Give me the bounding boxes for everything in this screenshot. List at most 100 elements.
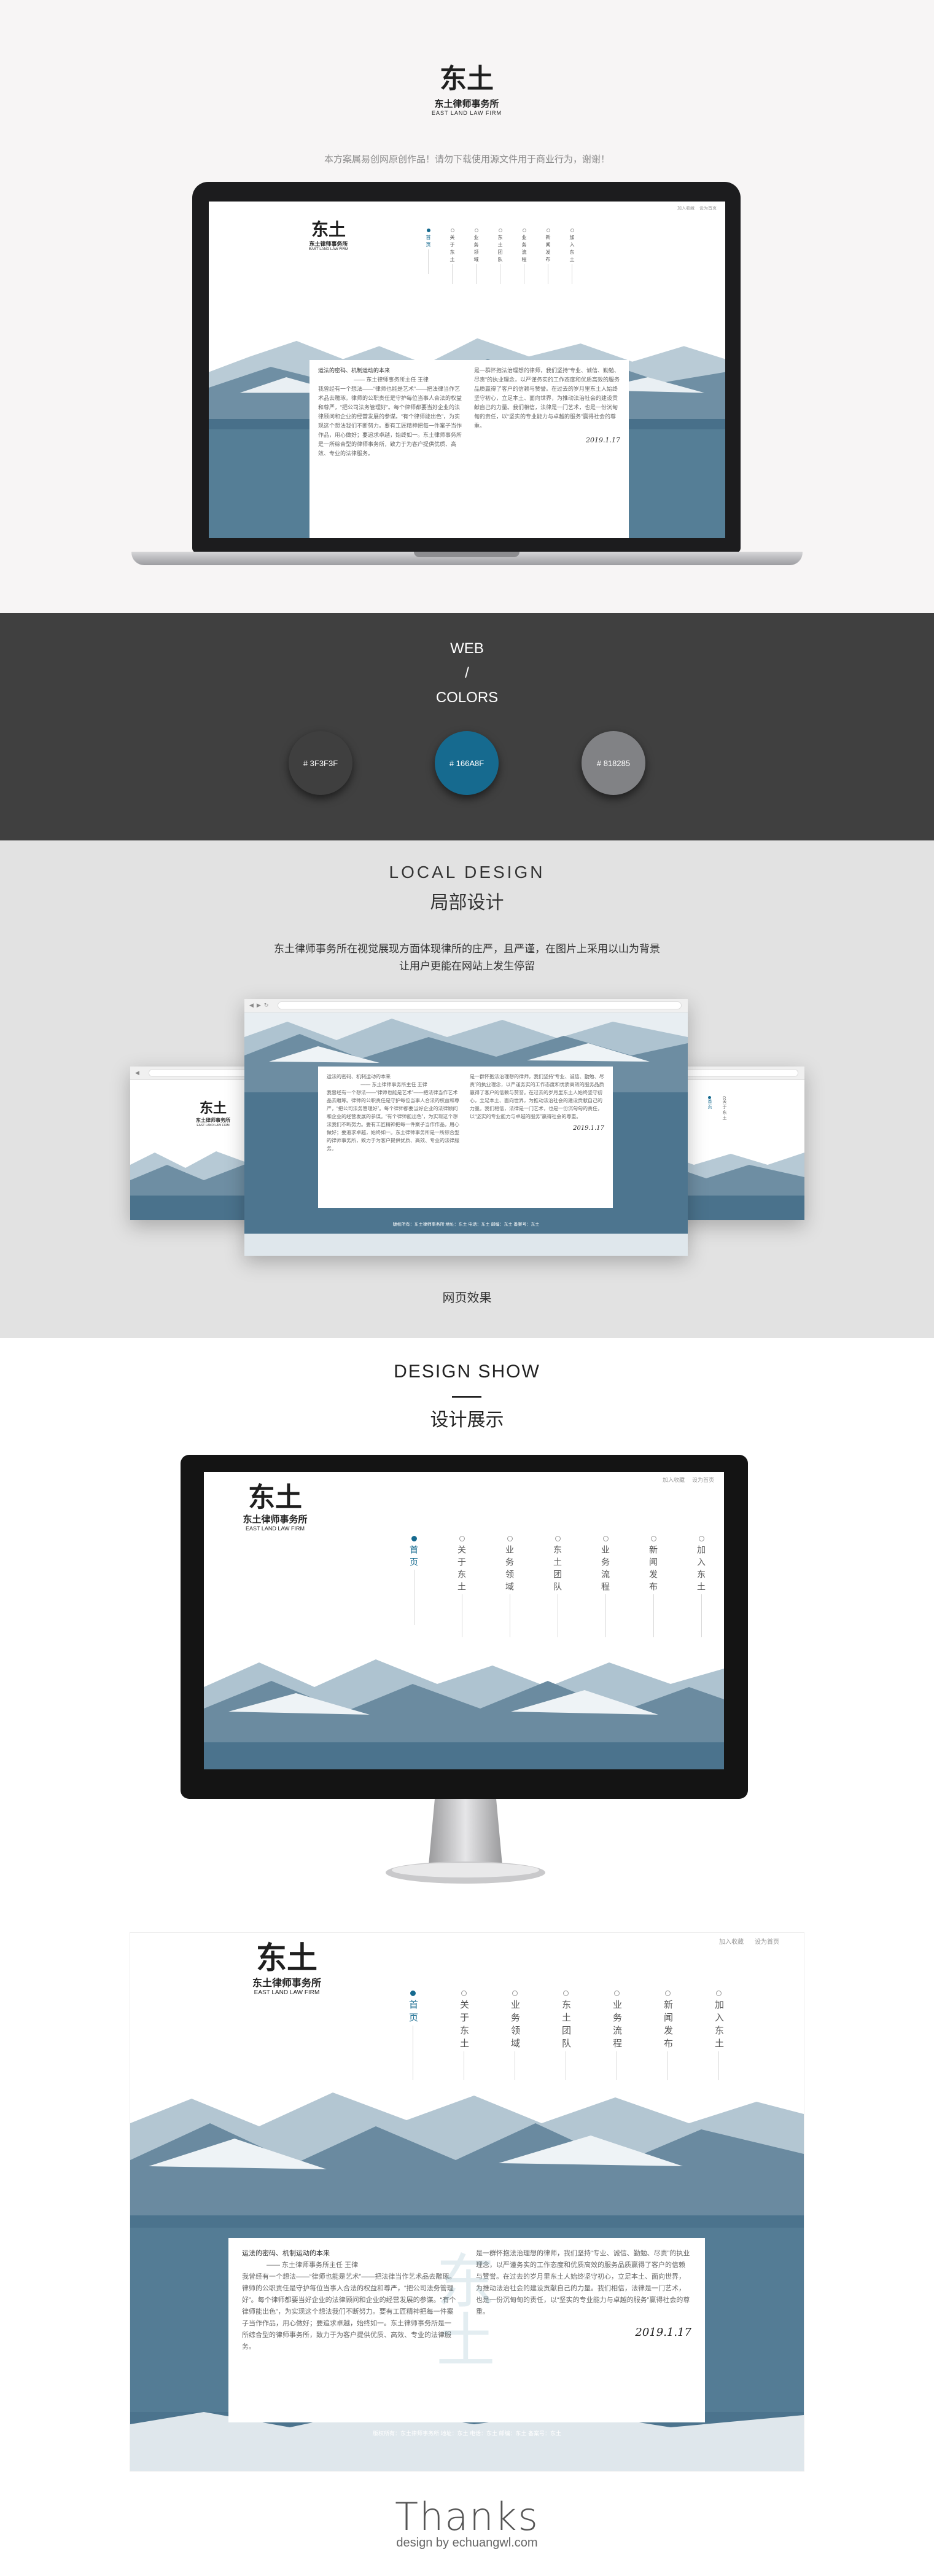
nav-dot xyxy=(522,229,526,232)
nav-line xyxy=(452,264,453,284)
back-icon[interactable]: ◀ xyxy=(249,1002,254,1009)
nav-item-home[interactable]: 首页 xyxy=(408,1536,420,1637)
logo-mark: 东土 xyxy=(199,1100,227,1116)
add-favorite-link[interactable]: 加入收藏 xyxy=(719,1936,744,1946)
card-subheading: —— 东土律师事务所主任 王律 xyxy=(360,1082,427,1087)
local-caption: 网页效果 xyxy=(442,1291,492,1305)
browser-toolbar: ◀ ▶ ↻ xyxy=(244,999,688,1012)
logo-mark: 东土 xyxy=(256,1940,317,1976)
set-homepage-link[interactable]: 设为首页 xyxy=(692,1476,714,1484)
nav-label: 首页 xyxy=(408,2000,418,2026)
nav-item-process[interactable]: 业务流程 xyxy=(521,229,527,284)
nav-item-about[interactable]: 关于东土 xyxy=(721,1096,727,1121)
nav-item-news[interactable]: 新闻发布 xyxy=(647,1536,660,1637)
nav-line xyxy=(476,264,477,284)
add-favorite-link[interactable]: 加入收藏 xyxy=(663,1476,685,1484)
card-text-right: 是一群怀抱法治理想的律师，我们坚持“专业、诚信、勤勉、尽责”的执业理念，以严谨务… xyxy=(470,1074,604,1119)
colors-title: WEB / COLORS xyxy=(0,636,934,710)
colors-title-slash: / xyxy=(465,665,469,681)
top-links: 加入收藏 设为首页 xyxy=(719,1936,779,1946)
card-subheading: —— 东土律师事务所主任 王律 xyxy=(267,2261,359,2269)
card-text-left: 我曾经有一个想法——“律师也能是艺术”——把法律当作艺术品去雕琢。律师的公职责任… xyxy=(318,386,462,456)
card-text-left: 我曾经有一个想法——“律师也能是艺术”——把法律当作艺术品去雕琢。律师的公职责任… xyxy=(242,2273,456,2351)
intro-card: 运法的密码、机制运动的本来 —— 东土律师事务所主任 王律 我曾经有一个想法——… xyxy=(309,360,629,538)
site-logo[interactable]: 东土 东土律师事务所 EAST LAND LAW FIRM xyxy=(247,1940,327,1997)
local-description: 让用户更能在网站上发生停留 xyxy=(399,960,535,972)
nav-label: 关于东土 xyxy=(459,2000,469,2051)
site-logo[interactable]: 东土 东土律师事务所 EAST LAND LAW FIRM xyxy=(238,1483,312,1532)
mountain-banner xyxy=(204,1650,724,1769)
firm-name-en: EAST LAND LAW FIRM xyxy=(308,248,348,251)
reload-icon[interactable]: ↻ xyxy=(264,1002,269,1009)
nav-label: 首页 xyxy=(426,235,431,249)
forward-icon[interactable]: ▶ xyxy=(257,1002,261,1009)
nav-item-process[interactable]: 业务流程 xyxy=(599,1536,612,1637)
firm-name-cn: 东土律师事务所 xyxy=(243,1514,308,1525)
site-nav: 首页 关于东土 xyxy=(706,1096,727,1121)
top-links: 加入收藏 设为首页 xyxy=(677,205,717,211)
nav-dot xyxy=(570,229,574,232)
nav-item-business[interactable]: 业务领域 xyxy=(504,1536,516,1637)
firm-logo: 东土 东土律师事务所 EAST LAND LAW FIRM xyxy=(430,63,504,117)
nav-item-business[interactable]: 业务领域 xyxy=(473,229,480,284)
nav-label: 东土团队 xyxy=(497,235,503,264)
firm-name-cn: 东土律师事务所 xyxy=(252,1978,321,1989)
watermark-text: 东土 xyxy=(426,2250,495,2368)
add-favorite-link[interactable]: 加入收藏 xyxy=(677,205,695,211)
nav-label: 关于东土 xyxy=(457,1545,467,1594)
nav-item-about[interactable]: 关于东土 xyxy=(456,1536,468,1637)
nav-label: 新闻发布 xyxy=(663,2000,673,2051)
nav-item-news[interactable]: 新闻发布 xyxy=(545,229,551,284)
nav-dot xyxy=(650,1536,656,1541)
nav-label: 关于东土 xyxy=(449,235,455,264)
local-title-en: LOCAL DESIGN xyxy=(389,863,545,882)
local-description: 东土律师事务所在视觉展现方面体现律所的庄严，且严谨，在图片上采用以山为背景 xyxy=(274,943,660,955)
swatch-blue: # 166A8F xyxy=(435,731,499,795)
nav-label: 业务流程 xyxy=(601,1545,610,1594)
intro-card: 运法的密码、机制运动的本来 —— 东土律师事务所主任 王律 我曾经有一个想法——… xyxy=(228,2238,705,2422)
nav-label: 业务领域 xyxy=(510,2000,520,2051)
set-homepage-link[interactable]: 设为首页 xyxy=(755,1936,779,1946)
full-page-preview: 加入收藏 设为首页 东土 东土律师事务所 EAST LAND LAW FIRM … xyxy=(130,1933,804,2471)
set-homepage-link[interactable]: 设为首页 xyxy=(699,205,717,211)
swatch-label: # 818285 xyxy=(596,758,631,768)
nav-label: 东土团队 xyxy=(553,1545,562,1594)
laptop-notch xyxy=(414,552,520,557)
monitor-stand xyxy=(386,1799,545,1884)
nav-label: 首页 xyxy=(409,1545,419,1570)
show-title-cn: 设计展示 xyxy=(430,1410,504,1430)
nav-label: 东土团队 xyxy=(561,2000,571,2051)
nav-item-home[interactable]: 首页 xyxy=(425,229,432,284)
signature: 2019.1.17 xyxy=(573,1125,604,1132)
back-icon[interactable]: ◀ xyxy=(135,1070,139,1076)
nav-dot xyxy=(411,1536,417,1541)
nav-dot xyxy=(426,229,430,232)
nav-label: 新闻发布 xyxy=(648,1545,658,1594)
site-footer: 版权所有：东土律师事务所 地址：东土 电话：东土 邮编：东土 备案号：东土 xyxy=(392,1223,540,1227)
url-bar[interactable] xyxy=(278,1001,682,1009)
title-divider xyxy=(452,1396,481,1398)
nav-item-join[interactable]: 加入东土 xyxy=(569,229,575,284)
site-logo[interactable]: 东土 东土律师事务所 EAST LAND LAW FIRM xyxy=(301,220,356,252)
nav-item-about[interactable]: 关于东土 xyxy=(449,229,456,284)
design-show-section: DESIGN SHOW 设计展示 加入收藏 设为首页 东土 东土律师事务所 EA… xyxy=(0,1338,934,2576)
nav-dot xyxy=(614,1991,620,1996)
nav-item-team[interactable]: 东土团队 xyxy=(497,229,504,284)
nav-label: 加入东土 xyxy=(696,1545,706,1594)
nav-line xyxy=(605,1594,606,1637)
nav-label: 业务领域 xyxy=(505,1545,515,1594)
monitor-screen: 加入收藏 设为首页 东土 东土律师事务所 EAST LAND LAW FIRM … xyxy=(204,1472,724,1769)
swatch-label: # 166A8F xyxy=(449,758,485,768)
nav-dot xyxy=(563,1991,569,1996)
firm-name-en: EAST LAND LAW FIRM xyxy=(245,1525,305,1532)
nav-item-team[interactable]: 东土团队 xyxy=(551,1536,564,1637)
logo-mark: 东土 xyxy=(440,63,494,95)
nav-item-home[interactable]: 首页 xyxy=(706,1096,712,1121)
firm-name-cn: 东土律师事务所 xyxy=(434,99,499,109)
nav-label: 关于东土 xyxy=(722,1099,726,1121)
nav-dot xyxy=(698,1536,704,1541)
card-heading: 运法的密码、机制运动的本来 xyxy=(327,1074,391,1079)
swatch-gray: # 818285 xyxy=(582,731,645,795)
nav-item-join[interactable]: 加入东土 xyxy=(695,1536,707,1637)
firm-name-cn: 东土律师事务所 xyxy=(196,1118,230,1123)
